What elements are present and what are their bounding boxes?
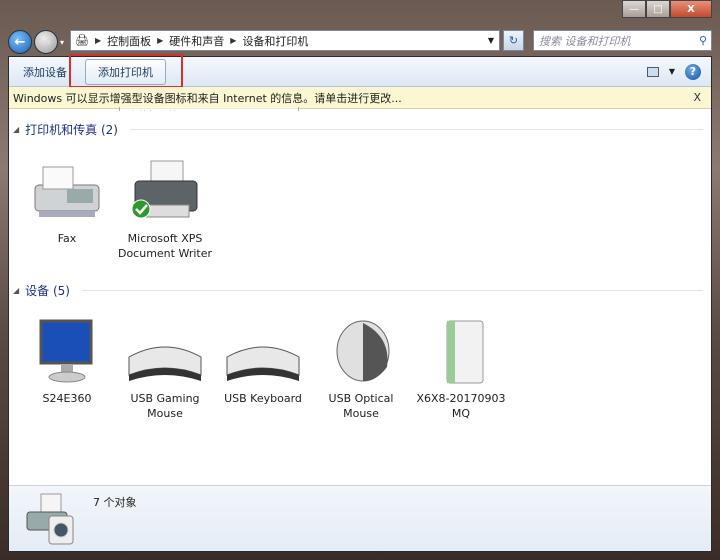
device-label: USB Optical Mouse bbox=[328, 392, 394, 420]
devices-printers-icon bbox=[23, 492, 83, 551]
info-bar-text[interactable]: Windows 可以显示增强型设备图标和来自 Internet 的信息。请单击进… bbox=[13, 90, 402, 106]
device-keyboard[interactable]: USB Keyboard bbox=[215, 317, 311, 406]
device-label: Fax bbox=[57, 232, 77, 245]
printer-icon bbox=[117, 157, 213, 227]
group-title: 打印机和传真 (2) bbox=[25, 123, 118, 137]
navigation-buttons: ← → ▾ bbox=[8, 30, 64, 54]
add-device-button[interactable]: 添加设备 bbox=[15, 60, 75, 84]
item-count: 7 个对象 bbox=[93, 496, 137, 509]
search-icon[interactable]: ⚲ bbox=[699, 34, 707, 47]
device-label: S24E360 bbox=[42, 392, 92, 405]
breadcrumb-devices-printers[interactable]: 设备和打印机 bbox=[242, 33, 308, 49]
refresh-icon: ↻ bbox=[508, 34, 519, 47]
maximize-button[interactable]: □ bbox=[646, 0, 670, 18]
monitor-icon bbox=[19, 317, 115, 387]
control-panel-icon: 🖨 bbox=[75, 34, 89, 47]
breadcrumb-hardware-sound[interactable]: 硬件和声音 bbox=[169, 33, 224, 49]
keyboard-icon bbox=[117, 317, 213, 387]
info-bar[interactable]: Windows 可以显示增强型设备图标和来自 Internet 的信息。请单击进… bbox=[9, 87, 711, 122]
device-label: Microsoft XPS Document Writer bbox=[117, 232, 213, 260]
search-placeholder: 搜索 设备和打印机 bbox=[539, 34, 631, 48]
window-controls: — □ X bbox=[622, 0, 712, 18]
group-header-printers[interactable]: ◢ 打印机和传真 (2) bbox=[13, 121, 703, 138]
back-button[interactable]: ← bbox=[8, 30, 32, 54]
breadcrumb-separator-icon[interactable]: ▶ bbox=[157, 36, 163, 45]
device-label: USB Keyboard bbox=[224, 392, 302, 405]
device-gaming-mouse[interactable]: USB Gaming Mouse bbox=[117, 317, 213, 421]
minimize-button[interactable]: — bbox=[622, 0, 646, 18]
recent-pages-chevron-icon[interactable]: ▾ bbox=[60, 38, 64, 47]
forward-button[interactable]: → bbox=[34, 30, 58, 54]
breadcrumb-separator-icon[interactable]: ▶ bbox=[230, 36, 236, 45]
group-header-devices[interactable]: ◢ 设备 (5) bbox=[13, 282, 703, 299]
collapse-icon[interactable]: ◢ bbox=[13, 125, 19, 134]
help-icon[interactable]: ? bbox=[685, 63, 701, 80]
address-dropdown-icon[interactable]: ▼ bbox=[483, 36, 499, 45]
command-bar: 添加设备 添加打印机 ▼ ? bbox=[9, 54, 711, 88]
device-label: USB Gaming Mouse bbox=[130, 392, 200, 420]
change-view-icon[interactable] bbox=[646, 66, 659, 77]
details-pane: 7 个对象 bbox=[9, 485, 711, 551]
close-button[interactable]: X bbox=[670, 0, 712, 18]
breadcrumb-separator-icon[interactable]: ▶ bbox=[95, 36, 101, 45]
group-title: 设备 (5) bbox=[25, 284, 70, 298]
device-xps-writer[interactable]: Microsoft XPS Document Writer bbox=[117, 157, 213, 261]
address-bar[interactable]: 🖨 ▶ 控制面板 ▶ 硬件和声音 ▶ 设备和打印机 ▼ bbox=[70, 30, 500, 51]
highlight-annotation bbox=[69, 54, 183, 88]
device-fax[interactable]: Fax bbox=[19, 157, 115, 246]
breadcrumb-control-panel[interactable]: 控制面板 bbox=[107, 33, 151, 49]
device-computer[interactable]: X6X8-20170903 MQ bbox=[413, 317, 509, 421]
search-input[interactable]: 搜索 设备和打印机 ⚲ bbox=[533, 30, 712, 51]
device-monitor[interactable]: S24E360 bbox=[19, 317, 115, 406]
device-label: X6X8-20170903 MQ bbox=[416, 392, 506, 420]
info-bar-close-icon[interactable]: X bbox=[693, 91, 701, 104]
refresh-button[interactable]: ↻ bbox=[503, 30, 524, 51]
mouse-icon bbox=[313, 317, 409, 387]
view-options-chevron-icon[interactable]: ▼ bbox=[669, 67, 675, 76]
explorer-pane: 添加设备 添加打印机 ▼ ? Windows 可以显示增强型设备图标和来自 In… bbox=[8, 54, 712, 552]
collapse-icon[interactable]: ◢ bbox=[13, 286, 19, 295]
device-list: ◢ 打印机和传真 (2) Fax Microsoft XPS Document … bbox=[9, 111, 711, 485]
device-optical-mouse[interactable]: USB Optical Mouse bbox=[313, 317, 409, 421]
fax-icon bbox=[19, 157, 115, 227]
computer-tower-icon bbox=[413, 317, 509, 387]
keyboard-icon bbox=[215, 317, 311, 387]
